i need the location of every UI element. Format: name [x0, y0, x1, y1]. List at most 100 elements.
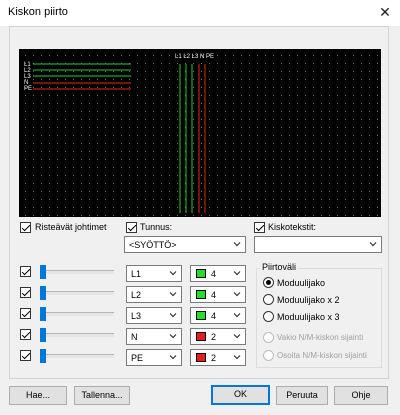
grid-dot	[201, 87, 202, 88]
grid-dot	[297, 167, 298, 168]
grid-dot	[233, 151, 234, 152]
rail-texts-checkbox[interactable]	[254, 222, 265, 233]
grid-dot	[65, 199, 66, 200]
grid-dot	[377, 191, 378, 192]
grid-dot	[145, 151, 146, 152]
grid-dot	[57, 111, 58, 112]
grid-dot	[65, 55, 66, 56]
grid-dot	[273, 151, 274, 152]
grid-dot	[89, 119, 90, 120]
slider-thumb[interactable]	[40, 349, 46, 363]
conductor-pe-width-select[interactable]: 2	[190, 349, 246, 366]
conductor-n-width-select[interactable]: 2	[190, 328, 246, 345]
grid-dot	[353, 111, 354, 112]
conductor-l2-checkbox[interactable]	[20, 287, 31, 298]
grid-dot	[217, 151, 218, 152]
grid-dot	[377, 167, 378, 168]
grid-dot	[121, 143, 122, 144]
grid-dot	[217, 79, 218, 80]
grid-dot	[33, 119, 34, 120]
id-select[interactable]: <SYÖTTÖ>	[124, 236, 246, 253]
grid-dot	[345, 103, 346, 104]
conductor-l3-phase-select[interactable]: L3	[126, 307, 182, 324]
grid-dot	[105, 143, 106, 144]
conductor-l1-width-select[interactable]: 4	[190, 265, 246, 282]
rail-texts-select[interactable]	[254, 236, 382, 253]
interval-radio-module[interactable]	[263, 277, 274, 288]
grid-dot	[73, 103, 74, 104]
grid-dot	[193, 183, 194, 184]
close-icon[interactable]: ✕	[376, 3, 394, 21]
grid-dot	[57, 199, 58, 200]
grid-dot	[345, 95, 346, 96]
id-checkbox[interactable]	[126, 222, 137, 233]
conductor-l1-phase-select[interactable]: L1	[126, 265, 182, 282]
grid-dot	[337, 215, 338, 216]
grid-dot	[297, 103, 298, 104]
conductor-l2-width-select[interactable]: 4	[190, 286, 246, 303]
slider-thumb[interactable]	[40, 265, 46, 279]
conductor-l3-checkbox[interactable]	[20, 308, 31, 319]
conductor-pe-phase-select[interactable]: PE	[126, 349, 182, 366]
conductor-l1-slider[interactable]	[38, 263, 114, 283]
conductor-l3-slider[interactable]	[38, 305, 114, 325]
grid-dot	[305, 87, 306, 88]
grid-dot	[249, 111, 250, 112]
grid-dot	[113, 159, 114, 160]
conductor-l2-slider[interactable]	[38, 284, 114, 304]
grid-dot	[209, 87, 210, 88]
grid-dot	[41, 119, 42, 120]
grid-dot	[121, 159, 122, 160]
slider-thumb[interactable]	[40, 307, 46, 321]
grid-dot	[57, 151, 58, 152]
grid-dot	[281, 199, 282, 200]
grid-dot	[145, 191, 146, 192]
grid-dot	[345, 79, 346, 80]
conductor-l1-phase-value: L1	[131, 269, 142, 279]
conductor-l2-phase-select[interactable]: L2	[126, 286, 182, 303]
drawing-interval-title: Piirtoväli	[260, 262, 299, 272]
fetch-button[interactable]: Hae...	[9, 386, 67, 405]
grid-dot	[41, 199, 42, 200]
conductor-n-slider[interactable]	[38, 326, 114, 346]
grid-dot	[105, 191, 106, 192]
grid-dot	[121, 215, 122, 216]
conductor-l3-width-select[interactable]: 4	[190, 307, 246, 324]
grid-dot	[225, 79, 226, 80]
conductor-pe-checkbox[interactable]	[20, 350, 31, 361]
grid-dot	[265, 103, 266, 104]
slider-thumb[interactable]	[40, 328, 46, 342]
grid-dot	[361, 135, 362, 136]
interval-radio-module-x3[interactable]	[263, 311, 274, 322]
grid-dot	[209, 135, 210, 136]
cancel-button[interactable]: Peruuta	[276, 386, 328, 405]
grid-dot	[25, 103, 26, 104]
conductor-n-phase-select[interactable]: N	[126, 328, 182, 345]
grid-dot	[177, 167, 178, 168]
ok-button[interactable]: OK	[211, 385, 270, 405]
grid-dot	[49, 87, 50, 88]
grid-dot	[313, 87, 314, 88]
grid-dot	[329, 87, 330, 88]
help-button[interactable]: Ohje	[334, 386, 388, 405]
grid-dot	[377, 143, 378, 144]
grid-dot	[217, 135, 218, 136]
grid-dot	[41, 71, 42, 72]
interval-radio-module-x2[interactable]	[263, 294, 274, 305]
grid-dot	[137, 135, 138, 136]
grid-dot	[217, 119, 218, 120]
grid-dot	[193, 135, 194, 136]
grid-dot	[153, 207, 154, 208]
grid-dot	[145, 63, 146, 64]
grid-dot	[193, 175, 194, 176]
grid-dot	[257, 167, 258, 168]
save-button[interactable]: Tallenna...	[74, 386, 130, 405]
grid-dot	[249, 199, 250, 200]
conductor-l1-checkbox[interactable]	[20, 266, 31, 277]
crossing-wires-checkbox[interactable]	[20, 222, 31, 233]
conductor-n-checkbox[interactable]	[20, 329, 31, 340]
conductor-pe-slider[interactable]	[38, 347, 114, 367]
conductor-l3-width-value: 4	[211, 311, 217, 321]
slider-thumb[interactable]	[40, 286, 46, 300]
chevron-down-icon	[233, 242, 241, 247]
